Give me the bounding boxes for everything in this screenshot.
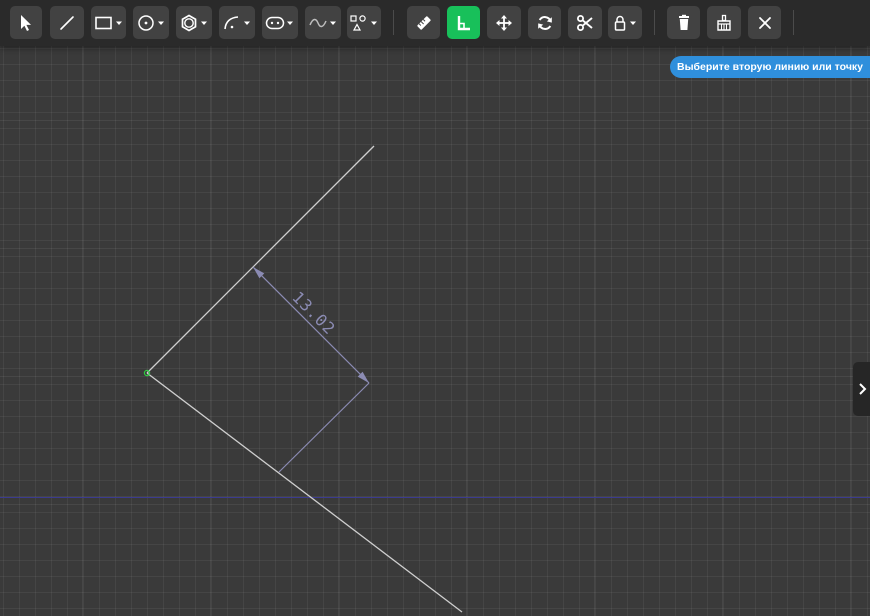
chevron-down-icon [201, 21, 207, 25]
toolbar [0, 0, 870, 46]
chevron-right-icon [858, 383, 866, 395]
sketch-line-upper[interactable] [146, 145, 375, 374]
chevron-down-icon [115, 21, 122, 25]
dimension-value[interactable]: 13.02 [288, 288, 339, 339]
trash-icon [678, 14, 689, 30]
chevron-down-icon [630, 21, 636, 25]
move-tool-button[interactable] [487, 6, 521, 39]
move-icon [496, 14, 512, 31]
ruler-icon [416, 15, 431, 30]
select-tool-button[interactable] [10, 6, 42, 39]
rotate-icon [537, 15, 552, 30]
hexagon-icon [181, 14, 207, 31]
chevron-down-icon [244, 21, 250, 25]
close-button[interactable] [748, 6, 781, 39]
dimension-tool-button[interactable] [407, 6, 440, 39]
side-panel-toggle[interactable] [853, 362, 870, 416]
line-tool-button[interactable] [50, 6, 84, 39]
hint-message: Выберите вторую линию или точку [670, 56, 870, 78]
chevron-down-icon [330, 21, 336, 25]
slot-tool-button[interactable] [262, 6, 298, 39]
distance-dimension[interactable]: 13.02 [252, 266, 370, 473]
arc-tool-button[interactable] [219, 6, 255, 39]
line-icon [60, 15, 74, 30]
chevron-down-icon [371, 21, 377, 25]
close-icon [758, 16, 771, 29]
polygon-tool-button[interactable] [176, 6, 212, 39]
rectangle-tool-button[interactable] [91, 6, 126, 39]
chevron-down-icon [287, 21, 293, 25]
chevron-down-icon [158, 21, 164, 25]
scissors-icon [577, 14, 593, 31]
dimension-line [252, 266, 370, 384]
sketch-canvas[interactable]: 13.02 Выберите вторую линию или точку [0, 0, 870, 616]
broom-icon [717, 14, 731, 31]
arc-icon [224, 15, 250, 29]
toolbar-separator [654, 10, 655, 35]
rotate-tool-button[interactable] [528, 6, 561, 39]
sketch-drawing[interactable]: 13.02 [0, 0, 870, 616]
shapes-icon [350, 14, 377, 31]
circle-icon [138, 14, 164, 31]
cursor-arrow-icon [21, 14, 31, 31]
clear-button[interactable] [707, 6, 741, 39]
corner-icon [457, 15, 470, 30]
shapes-tool-button[interactable] [347, 6, 381, 39]
delete-button[interactable] [667, 6, 700, 39]
constraint-tool-button[interactable] [608, 6, 642, 39]
sketch-line-lower[interactable] [146, 372, 463, 613]
major-grid [0, 0, 870, 616]
slot-icon [265, 16, 293, 29]
trim-tool-button[interactable] [568, 6, 602, 39]
lock-icon [614, 15, 636, 31]
toolbar-separator [393, 10, 394, 35]
spline-tool-button[interactable] [305, 6, 341, 39]
spline-icon [309, 18, 336, 27]
dimension-extension-line [278, 382, 370, 473]
circle-tool-button[interactable] [133, 6, 169, 39]
toolbar-separator [793, 10, 794, 35]
angle-tool-button[interactable] [447, 6, 480, 39]
rectangle-icon [94, 16, 122, 29]
